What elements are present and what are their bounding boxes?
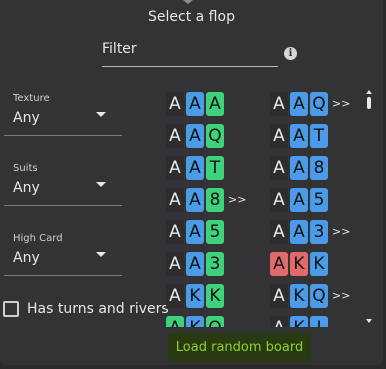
board-card: A	[290, 156, 308, 180]
board-card: A	[270, 156, 288, 180]
board-card: 5	[206, 220, 224, 244]
board-card: T	[206, 156, 224, 180]
info-icon[interactable]: i	[284, 47, 297, 60]
board-card: K	[186, 284, 204, 308]
board-card: A	[270, 252, 288, 276]
flop-board-list: AAAAAQAATAA8>>AA5AA3AKKAKQAAQ>>AATAA8AA5…	[164, 90, 380, 327]
high-card-value: Any	[13, 250, 40, 266]
flop-board[interactable]: AKQ	[270, 284, 328, 308]
board-card: K	[206, 284, 224, 308]
board-card: J	[310, 316, 328, 327]
flop-board[interactable]: AA3	[166, 252, 224, 276]
collapse-icon[interactable]	[183, 0, 193, 4]
scroll-down-icon[interactable]	[366, 319, 372, 323]
board-card: K	[290, 252, 308, 276]
flop-board[interactable]: AAQ	[270, 92, 328, 116]
board-card: A	[166, 156, 184, 180]
flop-board[interactable]: AAQ	[166, 124, 224, 148]
board-card: A	[270, 92, 288, 116]
flop-board[interactable]: AKK	[166, 284, 224, 308]
board-card: A	[166, 124, 184, 148]
select-flop-dialog: Select a flop Filter i Texture Any Suits…	[0, 0, 383, 365]
board-card: A	[290, 92, 308, 116]
flop-board[interactable]: AAT	[270, 124, 328, 148]
board-card: A	[186, 252, 204, 276]
board-card: A	[166, 188, 184, 212]
board-card: A	[270, 188, 288, 212]
chevron-down-icon	[96, 182, 106, 187]
flop-board[interactable]: AA3	[270, 220, 328, 244]
suits-select[interactable]: Suits Any	[4, 160, 122, 206]
turns-rivers-checkbox[interactable]	[3, 301, 19, 317]
flop-board[interactable]: AAA	[166, 92, 224, 116]
dialog-title: Select a flop	[148, 9, 235, 25]
texture-select[interactable]: Texture Any	[4, 90, 122, 136]
board-card: A	[166, 92, 184, 116]
filter-input[interactable]: Filter	[102, 41, 278, 67]
board-card: A	[270, 124, 288, 148]
turns-rivers-label: Has turns and rivers	[27, 301, 169, 317]
board-card: 3	[206, 252, 224, 276]
high-card-select[interactable]: High Card Any	[4, 230, 122, 276]
board-card: A	[186, 220, 204, 244]
board-card: A	[270, 316, 288, 327]
chevron-down-icon	[96, 112, 106, 117]
board-card: A	[186, 92, 204, 116]
flop-board[interactable]: AKJ	[270, 316, 328, 327]
board-list-scrollbar[interactable]	[366, 90, 374, 327]
flop-board[interactable]: AKK	[270, 252, 328, 276]
suits-label: Suits	[13, 163, 38, 174]
board-card: A	[186, 188, 204, 212]
board-card: 8	[206, 188, 224, 212]
scroll-up-icon[interactable]	[366, 90, 372, 94]
board-card: A	[166, 316, 184, 327]
expand-board-icon[interactable]: >>	[332, 220, 350, 244]
board-card: A	[270, 284, 288, 308]
board-card: K	[290, 316, 308, 327]
chevron-down-icon	[96, 252, 106, 257]
board-card: K	[186, 316, 204, 327]
load-random-board-button[interactable]: Load random board	[168, 333, 311, 362]
board-card: A	[206, 92, 224, 116]
flop-board[interactable]: AA8	[270, 156, 328, 180]
board-card: Q	[206, 316, 224, 327]
suits-value: Any	[13, 180, 40, 196]
high-card-label: High Card	[13, 233, 63, 244]
board-card: A	[166, 220, 184, 244]
flop-board[interactable]: AAT	[166, 156, 224, 180]
board-card: K	[310, 252, 328, 276]
board-card: T	[310, 124, 328, 148]
board-card: A	[166, 252, 184, 276]
board-card: Q	[310, 92, 328, 116]
texture-label: Texture	[13, 93, 50, 104]
board-card: K	[290, 284, 308, 308]
flop-board[interactable]: AA5	[166, 220, 224, 244]
board-card: Q	[206, 124, 224, 148]
board-card: A	[186, 156, 204, 180]
expand-board-icon[interactable]: >>	[332, 92, 350, 116]
flop-board[interactable]: AA5	[270, 188, 328, 212]
expand-board-icon[interactable]: >>	[332, 284, 350, 308]
board-card: 8	[310, 156, 328, 180]
board-card: A	[270, 220, 288, 244]
scroll-thumb[interactable]	[367, 97, 371, 109]
board-card: 5	[310, 188, 328, 212]
board-card: A	[290, 220, 308, 244]
expand-board-icon[interactable]: >>	[228, 188, 246, 212]
board-card: A	[186, 124, 204, 148]
flop-board[interactable]: AKQ	[166, 316, 224, 327]
board-card: Q	[310, 284, 328, 308]
board-card: A	[290, 188, 308, 212]
texture-value: Any	[13, 110, 40, 126]
board-card: A	[290, 124, 308, 148]
board-card: 3	[310, 220, 328, 244]
board-card: A	[166, 284, 184, 308]
flop-board[interactable]: AA8	[166, 188, 224, 212]
